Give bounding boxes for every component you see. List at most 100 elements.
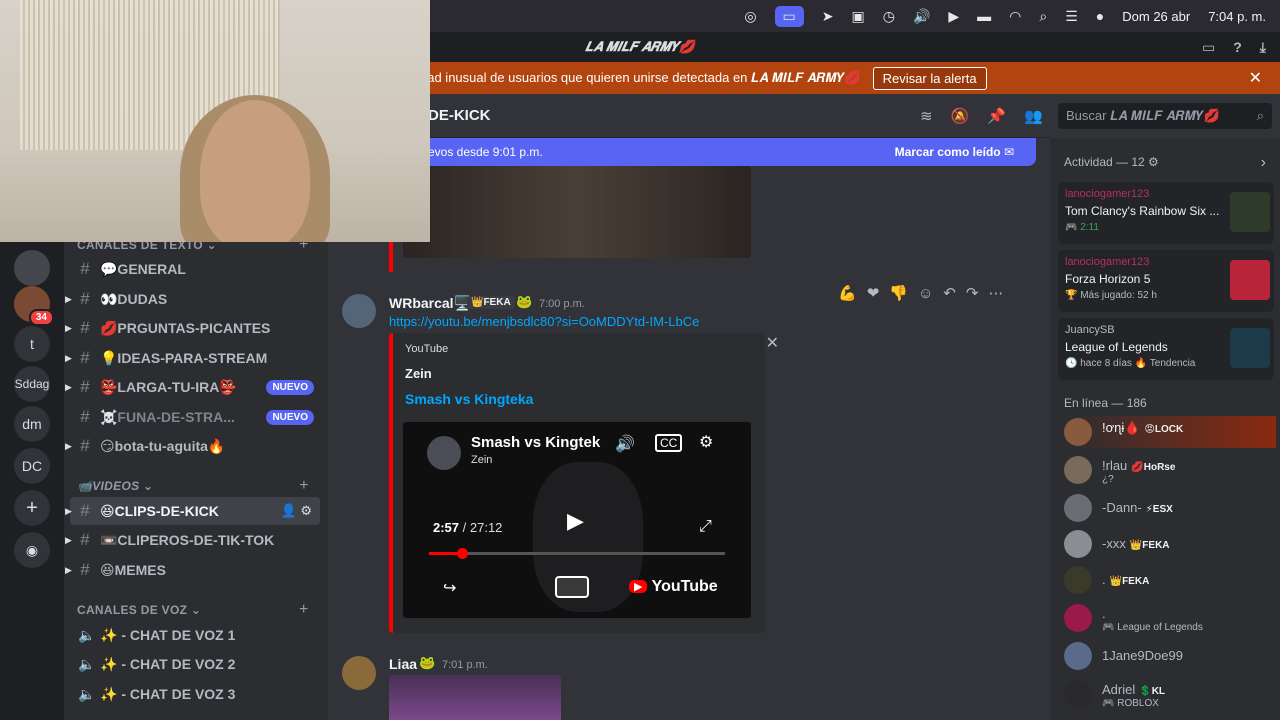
search-input[interactable]: Buscar 𝑳𝑨 𝑴𝑰𝑳𝑭 𝑨𝑹𝑴𝒀💋 ⌕ bbox=[1058, 103, 1272, 129]
close-icon[interactable]: ✕ bbox=[1249, 68, 1262, 88]
share-icon[interactable]: ↪ bbox=[443, 578, 456, 598]
play-icon[interactable]: ▶ bbox=[567, 508, 584, 534]
avatar[interactable] bbox=[342, 656, 376, 690]
forward-icon[interactable]: ↷ bbox=[966, 284, 979, 302]
play-icon[interactable]: ▶ bbox=[948, 8, 959, 25]
channel-general[interactable]: # 💬GENERAL bbox=[70, 255, 320, 283]
add-server-icon[interactable]: + bbox=[14, 490, 50, 526]
add-channel-icon[interactable]: + bbox=[299, 477, 309, 495]
activity-card[interactable]: JuancySB League of Legends 🕓 hace 8 días… bbox=[1058, 318, 1274, 380]
video-progress-bar[interactable] bbox=[429, 548, 725, 559]
mark-read-button[interactable]: Marcar como leído ✉ bbox=[895, 145, 1014, 159]
add-channel-icon[interactable]: + bbox=[299, 601, 309, 619]
captions-icon[interactable]: CC bbox=[655, 434, 683, 452]
search-icon[interactable]: ⌕ bbox=[1039, 8, 1047, 25]
voice-channel-1[interactable]: 🔈 ✨ - CHAT DE VOZ 1 bbox=[70, 621, 320, 649]
member-item[interactable]: !ơɳɨ🩸 😡LOCK bbox=[1060, 416, 1276, 448]
more-icon[interactable]: ⋯ bbox=[988, 284, 1003, 302]
menubar-time[interactable]: 7:04 p. m. bbox=[1208, 9, 1266, 24]
member-item[interactable]: . 👑FEKA bbox=[1060, 564, 1276, 596]
channel-larga-tu-ira[interactable]: ▶ # 👺LARGA-TU-IRA👺 NUEVO bbox=[65, 373, 320, 401]
thumbs-down-icon[interactable]: 👎 bbox=[889, 284, 908, 302]
screen-share-icon[interactable]: ▭ bbox=[774, 5, 804, 27]
inbox-icon[interactable]: ▭ bbox=[1202, 39, 1215, 56]
volume-icon[interactable]: 🔊 bbox=[913, 8, 930, 25]
embed-title[interactable]: Smash vs Kingteka bbox=[405, 391, 533, 407]
embed-provider[interactable]: YouTube bbox=[405, 343, 448, 355]
member-item[interactable]: -xxx 👑FEKA bbox=[1060, 528, 1276, 560]
pin-icon[interactable]: 📌 bbox=[987, 107, 1006, 125]
new-messages-bar[interactable]: evos desde 9:01 p.m. Marcar como leído ✉ bbox=[328, 138, 1036, 166]
channel-clips-de-kick[interactable]: ▶ # 😆CLIPS-DE-KICK 👤 ⚙ bbox=[65, 497, 320, 525]
app-icon[interactable]: ▣ bbox=[852, 8, 865, 25]
youtube-link[interactable]: https://youtu.be/menjbsdlc80?si=OoMDDYtd… bbox=[389, 314, 699, 329]
volume-icon[interactable]: 🔊 bbox=[615, 434, 635, 454]
new-badge: NUEVO bbox=[266, 409, 314, 425]
channel-dudas[interactable]: ▶ # 👀DUDAS bbox=[65, 285, 320, 313]
server-icon[interactable] bbox=[14, 250, 50, 286]
threads-icon[interactable]: ≋ bbox=[920, 107, 933, 125]
channel-ideas[interactable]: ▶ # 💡IDEAS-PARA-STREAM bbox=[65, 344, 320, 372]
creative-cloud-icon[interactable]: ◎ bbox=[744, 8, 756, 25]
new-badge: NUEVO bbox=[266, 379, 314, 395]
game-icon bbox=[1230, 260, 1270, 300]
siri-icon[interactable]: ● bbox=[1096, 8, 1104, 24]
activity-card[interactable]: lanociogamer123 Tom Clancy's Rainbow Six… bbox=[1058, 182, 1274, 244]
menubar-date[interactable]: Dom 26 abr bbox=[1122, 9, 1190, 24]
add-reaction-icon[interactable]: ☺ bbox=[918, 285, 933, 302]
download-icon[interactable]: ⤓ bbox=[1260, 39, 1266, 56]
wifi-icon[interactable]: ◠ bbox=[1009, 8, 1021, 25]
server-dm[interactable]: dm bbox=[14, 406, 50, 442]
review-alert-button[interactable]: Revisar la alerta bbox=[872, 66, 987, 90]
message-author[interactable]: Liaa bbox=[389, 656, 417, 672]
image-attachment[interactable] bbox=[389, 675, 561, 720]
channel-preguntas[interactable]: ▶ # 💋PRGUNTAS-PICANTES bbox=[65, 314, 320, 342]
channel-funa[interactable]: # ☠️FUNA-DE-STRA... NUEVO bbox=[70, 403, 320, 431]
flex-icon[interactable]: 💪 bbox=[838, 284, 857, 302]
thumbnail-icon[interactable] bbox=[555, 576, 589, 598]
close-icon[interactable]: ✕ bbox=[766, 333, 779, 353]
avatar[interactable] bbox=[342, 294, 376, 328]
clock-icon[interactable]: ◷ bbox=[883, 8, 895, 25]
youtube-player[interactable]: Smash vs Kingtek Zein 🔊 CC ⚙ 2:57 / 27:1… bbox=[403, 422, 751, 618]
member-item[interactable]: Adriel 💲KL 🎮 ROBLOX bbox=[1060, 678, 1276, 710]
youtube-logo[interactable]: ▶ YouTube bbox=[629, 578, 718, 596]
message-author[interactable]: WRbarcal🖥️ bbox=[389, 295, 471, 312]
channel-bota-tu-aguita[interactable]: ▶ # 😏bota-tu-aguita🔥 bbox=[65, 432, 320, 460]
channel-clipperos[interactable]: ▶ # 📼CLIPEROS-DE-TIK-TOK bbox=[65, 526, 320, 554]
video-title[interactable]: Smash vs Kingtek bbox=[471, 434, 600, 451]
member-item[interactable]: -Dann- ⚡ESX bbox=[1060, 492, 1276, 524]
server-icon-active[interactable]: 34 bbox=[14, 286, 54, 326]
verified-icon: 🐸 bbox=[419, 655, 436, 670]
heart-icon[interactable]: ❤ bbox=[867, 284, 880, 302]
previous-video-thumbnail[interactable] bbox=[403, 166, 751, 258]
video-channel[interactable]: Zein bbox=[471, 454, 492, 466]
voice-channel-3[interactable]: 🔈 ✨ - CHAT DE VOZ 3 bbox=[70, 680, 320, 708]
fullscreen-icon[interactable]: ⤢ bbox=[699, 518, 712, 536]
members-icon[interactable]: 👥 bbox=[1024, 107, 1043, 125]
voice-channel-2[interactable]: 🔈 ✨ - CHAT DE VOZ 2 bbox=[70, 650, 320, 678]
reply-icon[interactable]: ↶ bbox=[943, 284, 956, 302]
explore-icon[interactable]: ◉ bbox=[14, 532, 50, 568]
channel-avatar[interactable] bbox=[427, 436, 461, 470]
settings-icon[interactable]: ⚙ bbox=[699, 432, 713, 452]
member-item[interactable]: 1Jane9Doe99 bbox=[1060, 640, 1276, 672]
server-sddag[interactable]: Sddag bbox=[14, 366, 50, 402]
video-progress-knob[interactable] bbox=[456, 548, 468, 559]
embed-author[interactable]: Zein bbox=[405, 366, 432, 381]
help-icon[interactable]: ? bbox=[1233, 39, 1242, 56]
battery-icon[interactable]: ▬ bbox=[977, 8, 991, 24]
control-center-icon[interactable]: ☰ bbox=[1065, 8, 1078, 25]
member-item[interactable]: !rlau 💋HoRse ¿? bbox=[1060, 454, 1276, 486]
chevron-right-icon[interactable]: › bbox=[1261, 154, 1266, 172]
category-videos[interactable]: 📹VIDEOS ⌄ + bbox=[77, 477, 308, 494]
invite-settings-icons[interactable]: 👤 ⚙ bbox=[281, 503, 312, 519]
server-dc[interactable]: DC bbox=[14, 448, 50, 484]
channel-memes[interactable]: ▶ # 😆MEMES bbox=[65, 556, 320, 584]
mute-icon[interactable]: 🔕 bbox=[951, 107, 970, 125]
member-item[interactable]: . 🎮 League of Legends bbox=[1060, 602, 1276, 634]
category-voice-channels[interactable]: CANALES DE VOZ ⌄ + bbox=[77, 601, 308, 618]
send-icon[interactable]: ➤ bbox=[822, 8, 834, 25]
activity-card[interactable]: lanociogamer123 Forza Horizon 5 🏆 Más ju… bbox=[1058, 250, 1274, 312]
server-t[interactable]: t bbox=[14, 326, 50, 362]
